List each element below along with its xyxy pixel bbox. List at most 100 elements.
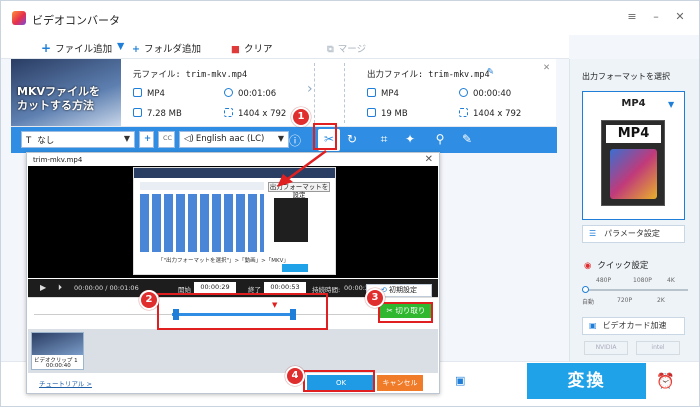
quality-720[interactable]: 720P: [617, 297, 632, 304]
preview-caption: 「"出力フォーマットを選択"」>「動画」>「MKV」: [158, 258, 289, 264]
end-time-input[interactable]: 00:00:53: [264, 282, 306, 293]
cc-button[interactable]: CC: [158, 131, 175, 148]
sliders-icon: ☰: [589, 229, 597, 238]
out-resolution-value: 1404 x 792: [473, 109, 522, 119]
src-duration: 00:01:06: [224, 88, 276, 99]
output-file-label: 出力ファイル: trim-mkv.mp4: [367, 70, 490, 80]
add-folder-label: フォルダ追加: [143, 44, 201, 55]
out-size-value: 19 MB: [381, 109, 408, 119]
audio-select[interactable]: ◁) English aac (LC) ▼: [179, 131, 289, 148]
clip-thumbnail[interactable]: ビデオクリップ 1 00:00:40: [31, 332, 84, 370]
clip-image: [32, 333, 83, 355]
annotation-arrow-icon: [277, 149, 327, 187]
step-badge-1: 1: [291, 107, 311, 127]
main-toolbar: + ファイル追加 ▼ + フォルダ追加 ■ クリア ⧉ マージ: [1, 35, 569, 59]
out-duration-value: 00:00:40: [473, 89, 512, 99]
add-file-button[interactable]: + ファイル追加: [41, 41, 112, 55]
out-size: 19 MB: [367, 108, 408, 119]
src-size-value: 7.28 MB: [147, 109, 182, 119]
output-format-title: 出力フォーマットを選択: [582, 72, 670, 81]
subtitle-select[interactable]: T なし ▼: [21, 131, 135, 148]
preview-format-grid: [140, 194, 264, 252]
preview-format-card: [274, 198, 308, 242]
watermark-icon[interactable]: ⚲: [432, 132, 448, 146]
src-duration-value: 00:01:06: [238, 89, 277, 99]
speaker-icon: ◁): [184, 134, 194, 144]
crop-icon[interactable]: ⌗: [376, 132, 392, 147]
thumbnail-text-2: カットする方法: [17, 99, 94, 112]
menu-icon[interactable]: ≡: [625, 10, 639, 23]
output-folder-icon[interactable]: ▣: [455, 374, 465, 387]
alarm-clock-icon[interactable]: ⏰: [656, 372, 675, 390]
gpu-acceleration-button[interactable]: ▣ ビデオカード加速: [582, 317, 685, 335]
add-folder-button[interactable]: + フォルダ追加: [132, 41, 201, 55]
out-format-value: MP4: [381, 89, 399, 99]
video-thumbnail[interactable]: MKVファイルを カットする方法: [11, 59, 121, 126]
close-icon[interactable]: ✕: [673, 10, 687, 23]
reset-label: 初期設定: [389, 286, 418, 294]
quick-settings-title: ◉ クイック設定: [584, 259, 648, 271]
quality-4k[interactable]: 4K: [667, 277, 675, 284]
quality-auto[interactable]: 自動: [582, 297, 594, 306]
add-subtitle-button[interactable]: +: [139, 131, 154, 148]
chevron-down-icon: ▼: [123, 134, 130, 143]
highlight-ok-button: [303, 370, 375, 392]
out-resolution: 1404 x 792: [459, 108, 521, 119]
cancel-button[interactable]: キャンセル: [377, 375, 423, 391]
clear-button[interactable]: ■ クリア: [231, 41, 273, 55]
trash-icon: ■: [231, 44, 240, 55]
merge-button[interactable]: ⧉ マージ: [327, 41, 366, 55]
resolution-icon: [224, 108, 233, 117]
tutorial-link[interactable]: チュートリアル >: [39, 378, 92, 388]
convert-button[interactable]: 変換: [527, 363, 646, 399]
quality-480[interactable]: 480P: [596, 277, 611, 284]
quality-1080[interactable]: 1080P: [633, 277, 652, 284]
start-time-input[interactable]: 00:00:29: [194, 282, 236, 293]
divider: [314, 63, 315, 123]
target-icon: ◉: [584, 261, 592, 271]
step-icon[interactable]: ⏵: [58, 283, 62, 293]
right-panel: 出力フォーマットを選択 MP4 ▼ MP4 ☰ パラメータ設定 ◉ クイック設定 4…: [569, 59, 699, 361]
film-art-icon: [610, 149, 657, 199]
quality-slider[interactable]: [584, 289, 688, 291]
source-file-label: 元ファイル: trim-mkv.mp4: [133, 70, 248, 80]
quality-slider-knob[interactable]: [582, 286, 589, 293]
file-card: MKVファイルを カットする方法 元ファイル: trim-mkv.mp4 MP4…: [11, 59, 556, 127]
clear-label: クリア: [243, 44, 273, 55]
step-badge-4: 4: [285, 366, 305, 386]
rotate-icon[interactable]: ↻: [344, 132, 360, 146]
clip-strip: ビデオクリップ 1 00:00:40: [28, 329, 438, 373]
quick-settings-label: クイック設定: [597, 261, 649, 271]
trim-dialog-title: trim-mkv.mp4: [33, 156, 83, 164]
preview-convert-button: [282, 264, 308, 272]
src-format-value: MP4: [147, 89, 165, 99]
format-icon: [133, 88, 142, 97]
minimize-icon[interactable]: –: [649, 10, 663, 23]
edit-name-icon[interactable]: ✎: [487, 67, 494, 77]
dialog-close-icon[interactable]: ✕: [425, 154, 433, 165]
title-bar: ビデオコンバータ ≡ – ✕: [1, 1, 699, 35]
app-window: ビデオコンバータ ≡ – ✕ + ファイル追加 ▼ + フォルダ追加 ■ クリア ⧉ マ…: [0, 0, 700, 407]
effect-wand-icon[interactable]: ✦: [402, 132, 418, 146]
add-file-dropdown-icon[interactable]: ▼: [117, 41, 124, 52]
format-card-icon: MP4: [601, 120, 665, 206]
audio-value: English aac (LC): [195, 134, 265, 144]
remove-file-icon[interactable]: ✕: [543, 63, 550, 73]
current-time: 00:00:00 / 00:01:06: [74, 284, 139, 292]
intel-badge: intel: [636, 341, 680, 355]
trim-dialog: trim-mkv.mp4 ✕ 出力フォーマットを設定 「"出力フォーマットを選択…: [26, 152, 440, 394]
subtitle-value: なし: [37, 136, 55, 146]
arrow-right-icon: ›: [307, 81, 313, 97]
nvidia-badge: NVIDIA: [584, 341, 628, 355]
divider: [344, 63, 345, 123]
plus-icon: +: [132, 44, 140, 55]
size-icon: [367, 108, 376, 117]
output-format-box[interactable]: MP4 ▼ MP4: [582, 91, 685, 220]
play-icon[interactable]: ▶: [40, 283, 46, 292]
quality-2k[interactable]: 2K: [657, 297, 665, 304]
chevron-down-icon: ▼: [668, 100, 675, 109]
app-logo-icon: [12, 11, 26, 25]
edit-pen-icon[interactable]: ✎: [459, 132, 475, 146]
parameter-settings-button[interactable]: ☰ パラメータ設定: [582, 225, 685, 243]
src-format: MP4: [133, 88, 165, 99]
